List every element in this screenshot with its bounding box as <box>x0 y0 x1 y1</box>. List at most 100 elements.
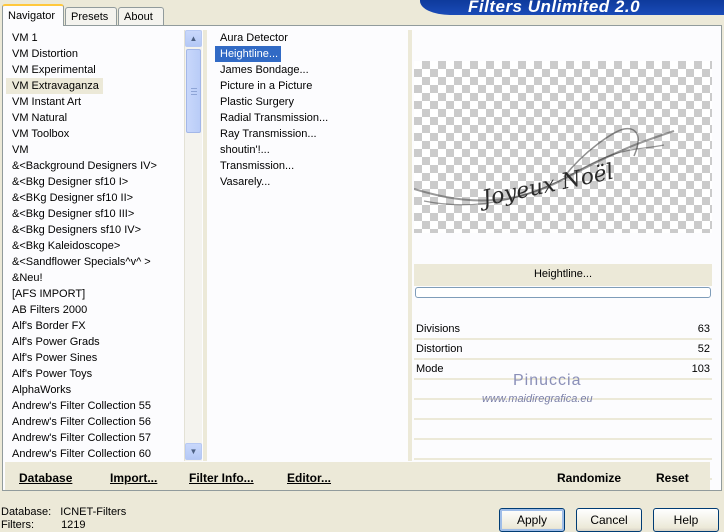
category-item-label: VM Experimental <box>12 64 96 76</box>
category-item[interactable]: &<BKg Designer sf10 II> <box>6 190 184 206</box>
filter-item[interactable]: shoutin'!... <box>215 142 405 158</box>
category-item[interactable]: VM Extravaganza <box>6 78 184 94</box>
filter-item[interactable]: Radial Transmission... <box>215 110 405 126</box>
category-item[interactable]: VM Distortion <box>6 46 184 62</box>
tab-about[interactable]: About <box>118 7 164 25</box>
category-item[interactable]: Alf's Power Sines <box>6 350 184 366</box>
filter-item[interactable]: Transmission... <box>215 158 405 174</box>
watermark-name: Pinuccia <box>513 372 582 389</box>
category-item-label: AB Filters 2000 <box>12 304 88 316</box>
param-distortion[interactable]: Distortion 52 <box>414 340 712 360</box>
editor-button[interactable]: Editor... <box>287 471 331 485</box>
filter-item[interactable]: Picture in a Picture <box>215 78 405 94</box>
category-item[interactable]: Alf's Border FX <box>6 318 184 334</box>
category-item[interactable]: AlphaWorks <box>6 382 184 398</box>
filter-list[interactable]: Aura Detector Heightline... James Bondage.… <box>215 30 405 190</box>
preview-artwork: Joyeux Noël <box>414 127 675 213</box>
category-item[interactable]: Alf's Power Grads <box>6 334 184 350</box>
param-value: 103 <box>691 363 710 375</box>
scroll-thumb[interactable] <box>186 49 201 133</box>
filter-info-button[interactable]: Filter Info... <box>189 471 254 485</box>
category-item[interactable]: AB Filters 2000 <box>6 302 184 318</box>
category-item-label: VM Toolbox <box>12 128 70 140</box>
randomize-button[interactable]: Randomize <box>557 471 621 485</box>
import-button[interactable]: Import... <box>110 471 157 485</box>
category-item-label: VM Distortion <box>12 48 79 60</box>
category-item[interactable]: &<Sandflower Specials^v^ > <box>6 254 184 270</box>
category-item[interactable]: VM <box>6 142 184 158</box>
cancel-button[interactable]: Cancel <box>576 508 642 532</box>
category-item-label: Alf's Border FX <box>12 320 86 332</box>
category-item[interactable]: VM Instant Art <box>6 94 184 110</box>
category-item-label: &<Sandflower Specials^v^ > <box>12 256 151 268</box>
preview-divider <box>408 30 412 461</box>
category-item-label: Andrew's Filter Collection 57 <box>12 432 152 444</box>
category-item[interactable]: &Neu! <box>6 270 184 286</box>
category-item-label: Alf's Power Grads <box>12 336 100 348</box>
category-item-label: &<Bkg Designer sf10 I> <box>12 176 129 188</box>
category-item[interactable]: Andrew's Filter Collection 60 <box>6 446 184 460</box>
category-item[interactable]: Andrew's Filter Collection 57 <box>6 430 184 446</box>
category-item[interactable]: &<Bkg Designer sf10 I> <box>6 174 184 190</box>
database-button[interactable]: Database <box>19 471 72 485</box>
param-value: 52 <box>697 343 710 355</box>
param-label: Mode <box>416 363 444 375</box>
list-divider <box>203 30 207 461</box>
param-value: 63 <box>697 323 710 335</box>
artwork-text: Joyeux Noël <box>476 160 616 213</box>
app-title: Filters Unlimited 2.0 <box>468 0 641 16</box>
help-button[interactable]: Help <box>653 508 719 532</box>
status-filters: Filters: 1219 <box>1 519 86 531</box>
category-item[interactable]: Andrew's Filter Collection 55 <box>6 398 184 414</box>
category-item[interactable]: &<Bkg Designer sf10 III> <box>6 206 184 222</box>
watermark-url: www.maidiregrafica.eu <box>482 393 593 405</box>
category-item[interactable]: &<Background Designers IV> <box>6 158 184 174</box>
filter-item-label: Transmission... <box>220 160 295 172</box>
apply-button[interactable]: Apply <box>499 508 565 532</box>
status-database-value: ICNET-Filters <box>60 506 127 518</box>
filter-item-label: Aura Detector <box>220 32 288 44</box>
filter-item[interactable]: Aura Detector <box>215 30 405 46</box>
category-item[interactable]: &<Bkg Designers sf10 IV> <box>6 222 184 238</box>
filter-item[interactable]: Ray Transmission... <box>215 126 405 142</box>
selected-filter-name: Heightline... <box>533 268 593 280</box>
status-database-label: Database: <box>1 506 52 518</box>
filter-item-label: Picture in a Picture <box>220 80 313 92</box>
filter-item-label: Plastic Surgery <box>220 96 294 108</box>
category-item-label: Alf's Power Sines <box>12 352 98 364</box>
progress-bar <box>415 287 711 298</box>
param-divisions[interactable]: Divisions 63 <box>414 320 712 340</box>
category-item[interactable]: VM Toolbox <box>6 126 184 142</box>
filter-item-label: James Bondage... <box>220 64 309 76</box>
category-item[interactable]: VM 1 <box>6 30 184 46</box>
category-item[interactable]: Alf's Power Toys <box>6 366 184 382</box>
preview-margin-bottom <box>414 233 712 264</box>
category-item-label: &<BKg Designer sf10 II> <box>12 192 134 204</box>
filter-item-label: Ray Transmission... <box>220 128 317 140</box>
category-item-label: &Neu! <box>12 272 43 284</box>
filter-item[interactable]: James Bondage... <box>215 62 405 78</box>
category-item-label: VM Instant Art <box>12 96 82 108</box>
scroll-up-button[interactable]: ▲ <box>185 30 202 47</box>
category-item[interactable]: Andrew's Filter Collection 56 <box>6 414 184 430</box>
category-item[interactable]: VM Natural <box>6 110 184 126</box>
tab-navigator[interactable]: Navigator <box>2 4 64 26</box>
category-list[interactable]: VM 1 VM Distortion VM Experimental VM Extra… <box>6 30 184 460</box>
category-item[interactable]: [AFS IMPORT] <box>6 286 184 302</box>
filter-item[interactable]: Heightline... <box>215 46 405 62</box>
reset-button[interactable]: Reset <box>656 471 689 485</box>
category-item-label: VM 1 <box>12 32 38 44</box>
filter-item[interactable]: Vasarely... <box>215 174 405 190</box>
filter-item-label: Radial Transmission... <box>220 112 329 124</box>
preview-image: Joyeux Noël <box>414 61 712 233</box>
category-item-label: Andrew's Filter Collection 56 <box>12 416 152 428</box>
category-item[interactable]: &<Bkg Kaleidoscope> <box>6 238 184 254</box>
status-database: Database: ICNET-Filters <box>1 506 126 518</box>
tab-presets[interactable]: Presets <box>65 7 117 25</box>
scroll-down-button[interactable]: ▼ <box>185 443 202 460</box>
filter-item[interactable]: Plastic Surgery <box>215 94 405 110</box>
category-item[interactable]: VM Experimental <box>6 62 184 78</box>
category-item-label: [AFS IMPORT] <box>12 288 86 300</box>
param-empty-slot <box>414 420 712 440</box>
category-scrollbar[interactable]: ▲ ▼ <box>184 30 202 461</box>
